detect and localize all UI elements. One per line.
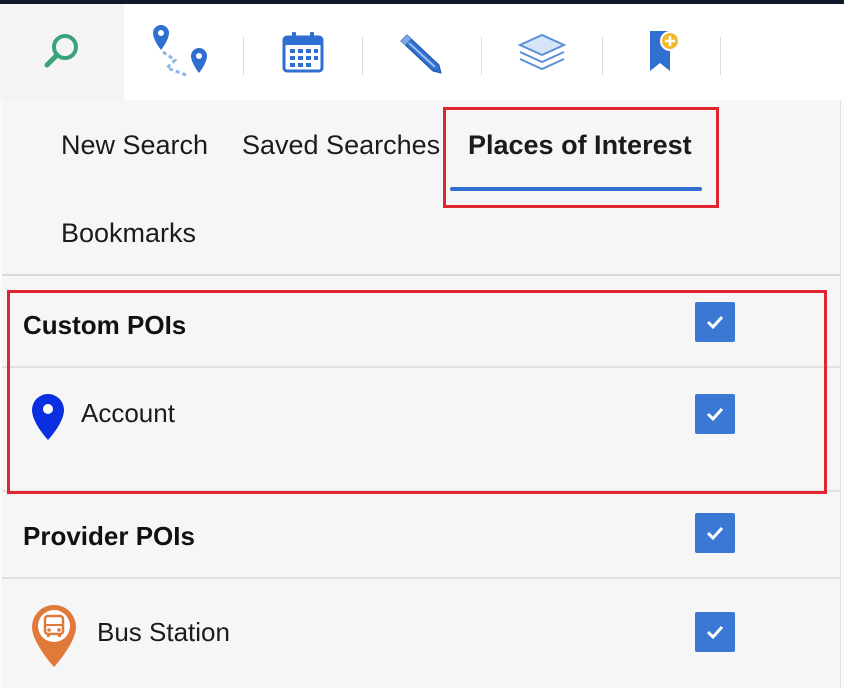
search-icon <box>44 34 78 68</box>
tab-saved-searches[interactable]: Saved Searches <box>242 130 440 161</box>
provider-pois-checkbox[interactable] <box>695 513 735 553</box>
calendar-icon <box>282 32 324 73</box>
places-of-interest-highlight <box>443 107 719 208</box>
tab-new-search[interactable]: New Search <box>61 130 208 161</box>
route-tool-button[interactable] <box>124 4 244 100</box>
toolbar-separator <box>720 37 721 75</box>
search-tool-button[interactable] <box>0 4 124 100</box>
provider-pois-title: Provider POIs <box>23 521 195 551</box>
bookmark-add-icon <box>650 31 680 71</box>
bus-station-checkbox[interactable] <box>695 612 735 652</box>
bookmark-tool-button[interactable] <box>603 4 721 100</box>
layers-icon <box>517 33 567 71</box>
calendar-tool-button[interactable] <box>244 4 362 100</box>
checkmark-icon <box>706 625 724 640</box>
row-divider <box>2 577 840 579</box>
bus-station-icon <box>30 603 78 669</box>
list-item-label: Bus Station <box>97 617 230 647</box>
toolbar <box>0 4 844 100</box>
checkmark-icon <box>706 526 724 541</box>
tabs-divider <box>2 274 840 276</box>
pencil-icon <box>400 34 442 74</box>
draw-tool-button[interactable] <box>363 4 481 100</box>
tab-bookmarks[interactable]: Bookmarks <box>61 218 196 249</box>
route-icon <box>153 25 207 78</box>
layers-tool-button[interactable] <box>482 4 602 100</box>
custom-pois-highlight <box>7 290 827 494</box>
